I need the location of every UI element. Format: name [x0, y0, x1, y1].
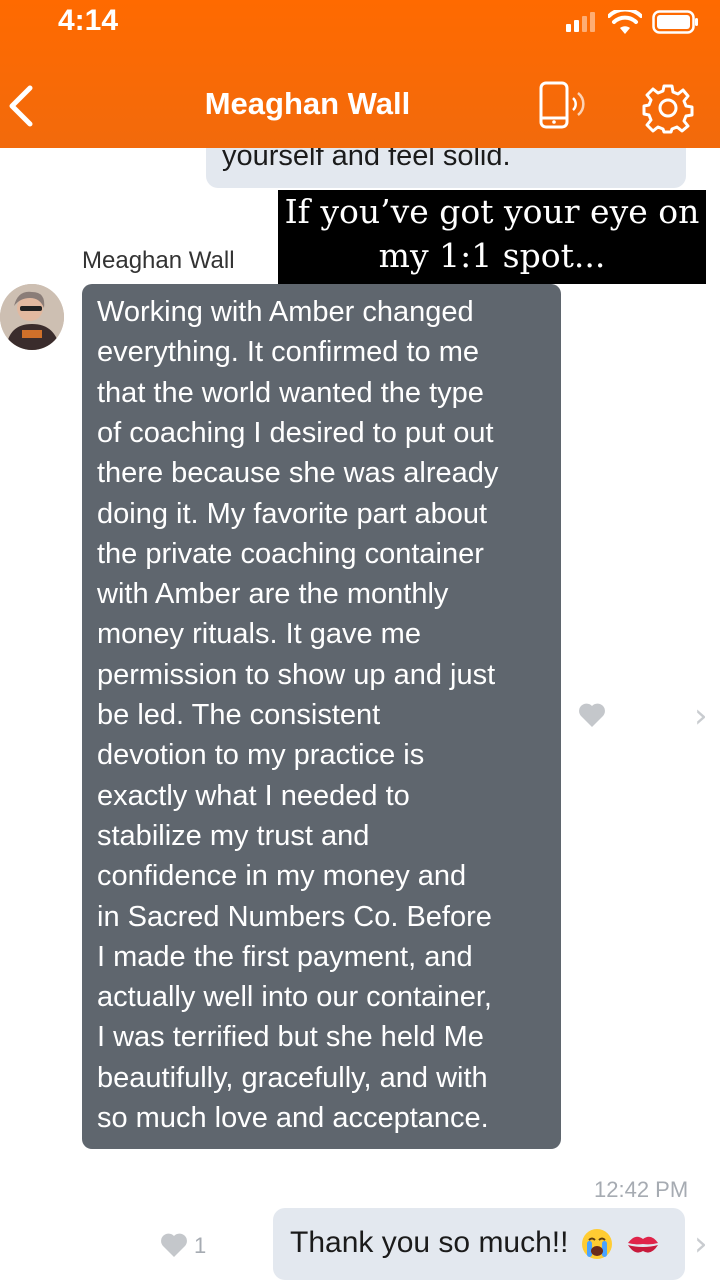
message-line: stabilize my trust and	[97, 820, 370, 852]
message-timestamp: 12:42 PM	[594, 1177, 689, 1202]
message-line: actually well into our container,	[97, 981, 492, 1013]
status-time: 4:14	[58, 4, 119, 37]
reply-text: Thank you so much!!	[290, 1226, 569, 1259]
message-line: there because she was already	[97, 457, 499, 489]
message-line: I made the first payment, and	[97, 941, 473, 973]
message-line: be led. The consistent	[97, 699, 381, 731]
wifi-icon	[608, 10, 642, 34]
outgoing-message-text: Thank you so much!!	[290, 1226, 661, 1260]
message-line: doing it. My favorite part about	[97, 498, 488, 530]
chevron-right-icon[interactable]: ›	[694, 1224, 708, 1264]
message-line: beautifully, gracefully, and with	[97, 1062, 488, 1094]
message-line: of coaching I desired to put out	[97, 417, 494, 449]
avatar[interactable]	[0, 284, 64, 350]
message-line: permission to show up and just	[97, 659, 496, 691]
heart-icon[interactable]	[160, 1232, 188, 1258]
message-line: exactly what I needed to	[97, 780, 410, 812]
overlay-caption: If you’ve got your eye on my 1:1 spot...	[278, 190, 706, 284]
app-header: 4:14 Meaghan Wall	[0, 0, 720, 148]
crying-face-icon	[581, 1229, 612, 1260]
message-line: money rituals. It gave me	[97, 618, 421, 650]
message-line: so much love and acceptance.	[97, 1102, 489, 1134]
signal-icon	[566, 12, 598, 32]
message-line: confidence in my money and	[97, 860, 467, 892]
chevron-right-icon[interactable]: ›	[694, 696, 708, 736]
overlay-line-1: If you’ve got your eye on	[284, 192, 700, 231]
heart-icon[interactable]	[578, 702, 606, 728]
message-line: that the world wanted the type	[97, 377, 484, 409]
overlay-line-2: my 1:1 spot...	[378, 236, 606, 275]
message-line: devotion to my practice is	[97, 739, 425, 771]
like-count: 1	[194, 1233, 207, 1258]
message-line: everything. It confirmed to me	[97, 336, 479, 368]
gear-icon[interactable]	[642, 82, 694, 134]
kiss-mark-icon	[628, 1236, 659, 1253]
phone-icon[interactable]	[536, 80, 592, 132]
message-line: the private coaching container	[97, 538, 484, 570]
message-line: with Amber are the monthly	[97, 578, 449, 610]
message-line: I was terrified but she held Me	[97, 1021, 484, 1053]
sender-name: Meaghan Wall	[82, 247, 235, 274]
battery-icon	[652, 10, 698, 34]
message-line: in Sacred Numbers Co. Before	[97, 901, 492, 933]
message-line: Working with Amber changed	[97, 296, 474, 328]
conversation-title: Meaghan Wall	[204, 86, 411, 121]
